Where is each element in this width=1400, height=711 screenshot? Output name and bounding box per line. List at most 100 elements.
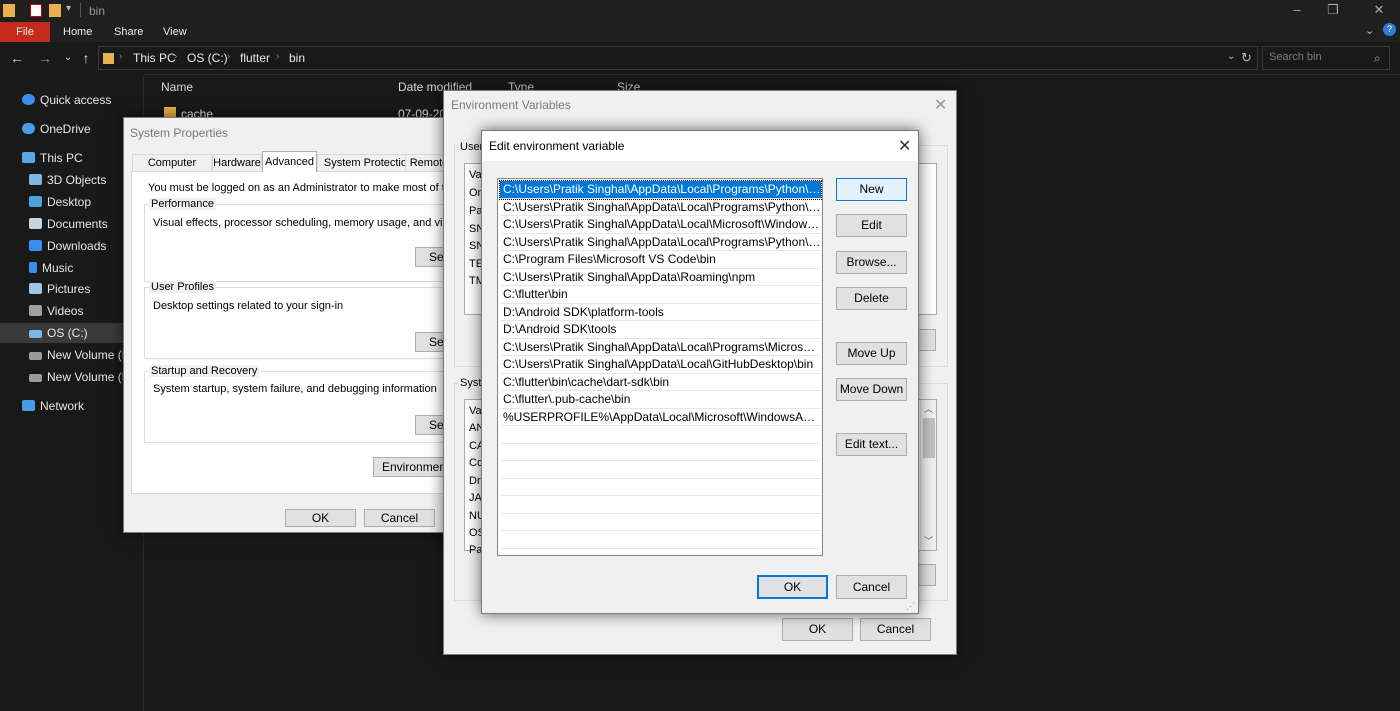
sidebar-item-downloads[interactable]: Downloads [0, 236, 143, 256]
sidebar-item-onedrive[interactable]: OneDrive [0, 119, 143, 139]
move-down-button[interactable]: Move Down [836, 378, 907, 401]
up-arrow-icon[interactable]: ↑ [78, 50, 94, 66]
cancel-button[interactable]: Cancel [836, 575, 907, 599]
edit-button[interactable]: Edit [836, 214, 907, 237]
tab-advanced[interactable]: Advanced [262, 151, 317, 172]
sidebar-item-documents[interactable]: Documents [0, 214, 143, 234]
properties-icon[interactable] [30, 4, 42, 17]
sidebar-item-new-volume-d[interactable]: New Volume (D [0, 345, 143, 365]
forward-arrow-icon[interactable]: → [37, 50, 53, 66]
path-list-empty-row[interactable] [500, 496, 821, 514]
path-list-empty-row[interactable] [500, 444, 821, 462]
move-up-button[interactable]: Move Up [836, 342, 907, 365]
path-list-empty-row[interactable] [500, 461, 821, 479]
path-list[interactable]: C:\Users\Pratik Singhal\AppData\Local\Pr… [497, 178, 823, 556]
recent-locations-icon[interactable]: ⌄ [60, 52, 76, 63]
search-input[interactable]: Search bin [1262, 46, 1390, 70]
path-list-item[interactable]: D:\Android SDK\tools [500, 321, 821, 339]
path-list-empty-row[interactable] [500, 426, 821, 444]
tab-computer-name[interactable]: Computer Name [132, 154, 212, 172]
path-list-empty-row[interactable] [500, 514, 821, 532]
sidebar-item-desktop[interactable]: Desktop [0, 192, 143, 212]
back-arrow-icon[interactable]: ← [9, 50, 25, 66]
expand-ribbon-icon[interactable]: ⌄ [1365, 24, 1374, 37]
path-list-item[interactable]: %USERPROFILE%\AppData\Local\Microsoft\Wi… [500, 409, 821, 427]
scroll-down-icon[interactable]: ﹀ [924, 534, 933, 547]
sidebar-item-label: Desktop [47, 195, 91, 209]
close-icon[interactable]: ✕ [1372, 3, 1386, 17]
sidebar-item-videos[interactable]: Videos [0, 301, 143, 321]
path-list-item[interactable]: C:\Users\Pratik Singhal\AppData\Local\Mi… [500, 216, 821, 234]
path-list-empty-row[interactable] [500, 531, 821, 549]
cancel-button[interactable]: Cancel [364, 509, 435, 527]
browse-button[interactable]: Browse... [836, 251, 907, 274]
chevron-right-icon: › [227, 51, 230, 62]
scrollbar[interactable]: ︿ ﹀ [920, 400, 936, 550]
document-icon [29, 218, 42, 229]
path-list-item[interactable]: C:\flutter\bin [500, 286, 821, 304]
ribbon-tab-view[interactable]: View [153, 22, 197, 42]
delete-button[interactable]: Delete [836, 287, 907, 310]
new-button[interactable]: New [836, 178, 907, 201]
maximize-icon[interactable]: ❐ [1326, 3, 1340, 17]
sidebar-item-network[interactable]: Network [0, 396, 143, 416]
window-title: bin [89, 4, 105, 18]
help-icon[interactable]: ? [1383, 23, 1396, 36]
breadcrumb-flutter[interactable]: flutter [240, 51, 270, 65]
ok-button[interactable]: OK [782, 618, 853, 641]
system-delete-button[interactable] [918, 564, 936, 586]
path-list-item[interactable]: C:\Users\Pratik Singhal\AppData\Local\Gi… [500, 356, 821, 374]
sidebar-item-new-volume-e[interactable]: New Volume (E: [0, 367, 143, 387]
ribbon-tab-home[interactable]: Home [53, 22, 102, 42]
scrollbar-thumb[interactable] [923, 418, 935, 458]
close-icon[interactable]: ✕ [898, 136, 911, 156]
ribbon-tab-share[interactable]: Share [104, 22, 153, 42]
minimize-icon[interactable]: – [1290, 3, 1304, 17]
path-list-item[interactable]: C:\Users\Pratik Singhal\AppData\Local\Pr… [500, 339, 821, 357]
chevron-right-icon: › [119, 51, 122, 62]
breadcrumb-os-c[interactable]: OS (C:) [187, 51, 228, 65]
path-list-item[interactable]: C:\Users\Pratik Singhal\AppData\Local\Pr… [500, 181, 821, 199]
breadcrumb-this-pc[interactable]: This PC [133, 51, 176, 65]
scroll-up-icon[interactable]: ︿ [924, 402, 933, 415]
address-dropdown-icon[interactable]: ⌄ [1227, 51, 1235, 62]
list-item[interactable]: Va [469, 169, 482, 181]
path-list-item[interactable]: C:\Users\Pratik Singhal\AppData\Local\Pr… [500, 199, 821, 217]
list-item[interactable]: JA [469, 492, 482, 504]
resize-grip-icon[interactable]: ⋰ [906, 601, 914, 612]
path-list-item[interactable]: D:\Android SDK\platform-tools [500, 304, 821, 322]
user-delete-button[interactable] [918, 329, 936, 351]
performance-label: Performance [149, 198, 216, 210]
path-list-item[interactable]: C:\Users\Pratik Singhal\AppData\Roaming\… [500, 269, 821, 287]
path-list-item[interactable]: C:\flutter\bin\cache\dart-sdk\bin [500, 374, 821, 392]
ok-button[interactable]: OK [757, 575, 828, 599]
path-list-item[interactable]: C:\flutter\.pub-cache\bin [500, 391, 821, 409]
sidebar-item-pictures[interactable]: Pictures [0, 279, 143, 299]
sidebar-item-3d-objects[interactable]: 3D Objects [0, 170, 143, 190]
path-list-item[interactable]: C:\Program Files\Microsoft VS Code\bin [500, 251, 821, 269]
tab-hardware[interactable]: Hardware [212, 154, 262, 172]
close-icon[interactable]: ✕ [934, 95, 947, 115]
explorer-titlebar: ▾ bin – ❐ ✕ [0, 0, 1400, 22]
path-list-item[interactable]: C:\Users\Pratik Singhal\AppData\Local\Pr… [500, 234, 821, 252]
edit-text-button[interactable]: Edit text... [836, 433, 907, 456]
cancel-button[interactable]: Cancel [860, 618, 931, 641]
sidebar-item-this-pc[interactable]: This PC [0, 148, 143, 168]
new-folder-icon[interactable] [49, 4, 61, 17]
user-variables-label: User [460, 141, 483, 153]
advanced-tab-panel: You must be logged on as an Administrato… [131, 171, 453, 494]
sidebar-item-os-c[interactable]: OS (C:) [0, 323, 143, 343]
ok-button[interactable]: OK [285, 509, 356, 527]
list-item[interactable]: Va [469, 405, 482, 417]
list-item[interactable]: Dr [469, 475, 481, 487]
desktop-icon [29, 196, 42, 207]
breadcrumb-bin[interactable]: bin [289, 51, 305, 65]
ribbon-tab-file[interactable]: File [0, 22, 50, 42]
sidebar-item-music[interactable]: Music [0, 258, 143, 278]
path-list-empty-row[interactable] [500, 479, 821, 497]
refresh-icon[interactable]: ↻ [1241, 50, 1252, 66]
address-bar[interactable]: › This PC › OS (C:) › flutter › bin ⌄ ↻ [98, 46, 1258, 70]
quick-access-dropdown-icon[interactable]: ▾ [66, 3, 71, 14]
sidebar-item-quick-access[interactable]: Quick access [0, 90, 143, 110]
column-header-name[interactable]: Name [161, 80, 193, 94]
